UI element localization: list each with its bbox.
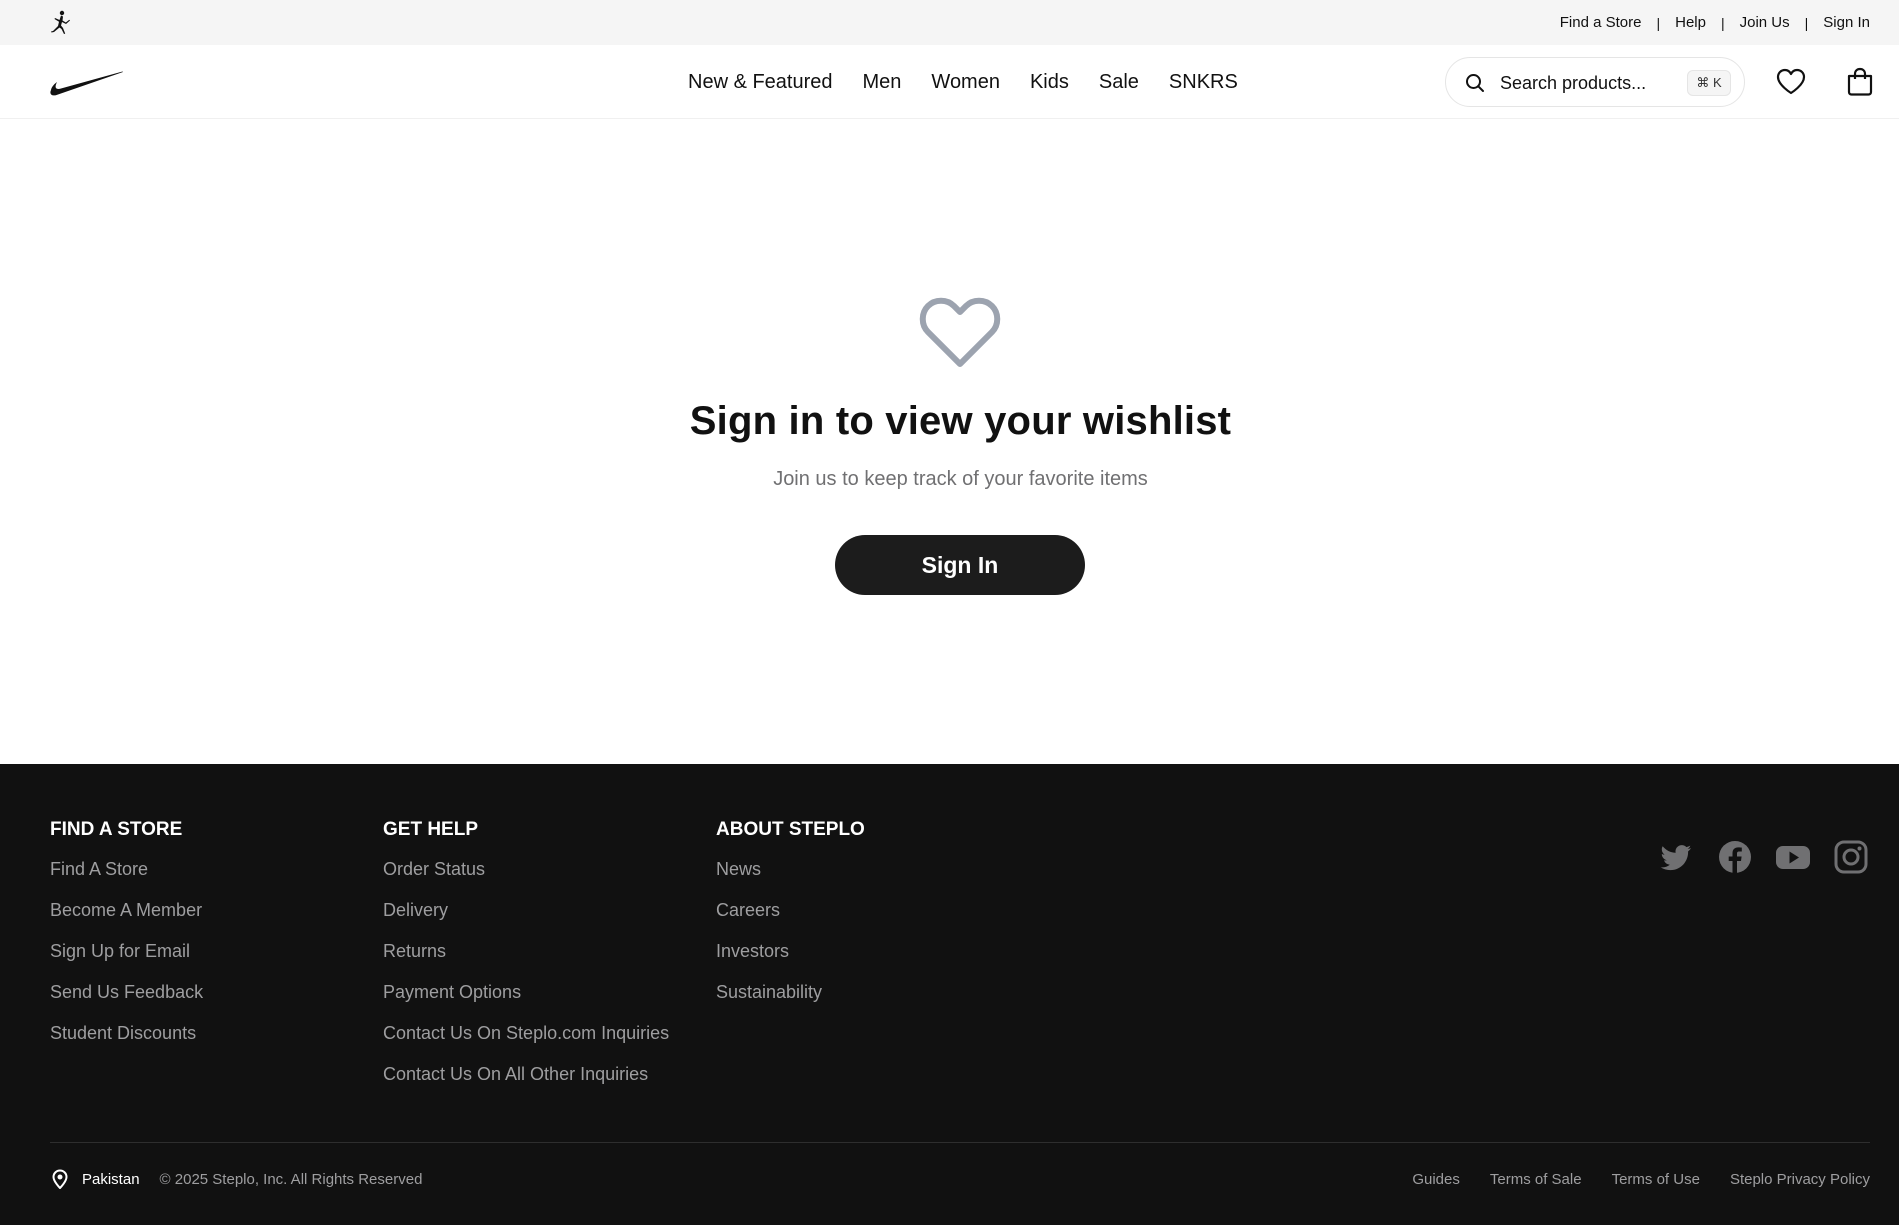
footer-link[interactable]: Careers	[716, 900, 780, 920]
footer: FIND A STORE Find A Store Become A Membe…	[0, 764, 1899, 1225]
footer-link[interactable]: Investors	[716, 941, 789, 961]
nav-men[interactable]: Men	[863, 71, 902, 94]
page-title: Sign in to view your wishlist	[689, 399, 1232, 443]
page-subtitle: Join us to keep track of your favorite i…	[773, 468, 1148, 490]
nav-new-featured[interactable]: New & Featured	[688, 71, 833, 94]
shopping-bag-icon[interactable]	[1844, 66, 1876, 98]
search-input[interactable]	[1500, 68, 1700, 98]
jordan-logo-icon[interactable]	[48, 10, 74, 36]
utility-links: Find a Store | Help | Join Us | Sign In	[1560, 0, 1870, 45]
footer-link[interactable]: Sign Up for Email	[50, 941, 190, 961]
privacy-policy-link[interactable]: Steplo Privacy Policy	[1730, 1171, 1870, 1188]
swoosh-logo-icon[interactable]	[49, 69, 124, 96]
social-links	[1659, 839, 1869, 875]
footer-link[interactable]: Sustainability	[716, 982, 822, 1002]
footer-column-find-store: FIND A STORE Find A Store Become A Membe…	[50, 819, 203, 1064]
footer-column-title: ABOUT STEPLO	[716, 819, 865, 840]
utility-bar: Find a Store | Help | Join Us | Sign In	[0, 0, 1899, 45]
instagram-icon[interactable]	[1833, 839, 1869, 875]
footer-locale: Pakistan © 2025 Steplo, Inc. All Rights …	[50, 1164, 422, 1194]
wishlist-heart-icon	[919, 297, 1001, 367]
twitter-icon[interactable]	[1659, 839, 1695, 875]
terms-of-use-link[interactable]: Terms of Use	[1612, 1171, 1700, 1188]
footer-link[interactable]: Payment Options	[383, 982, 521, 1002]
footer-link[interactable]: Order Status	[383, 859, 485, 879]
separator: |	[1720, 14, 1725, 31]
keyboard-shortcut-badge: ⌘ K	[1687, 70, 1731, 96]
main-nav: New & Featured Men Women Kids Sale SNKRS	[688, 45, 1238, 119]
separator: |	[1804, 14, 1809, 31]
nav-snkrs[interactable]: SNKRS	[1169, 71, 1238, 94]
footer-column-get-help: GET HELP Order Status Delivery Returns P…	[383, 819, 669, 1105]
nav-sale[interactable]: Sale	[1099, 71, 1139, 94]
footer-link[interactable]: Send Us Feedback	[50, 982, 203, 1002]
footer-column-title: FIND A STORE	[50, 819, 183, 840]
join-us-link[interactable]: Join Us	[1740, 14, 1790, 31]
footer-link[interactable]: Contact Us On Steplo.com Inquiries	[383, 1023, 669, 1043]
footer-link[interactable]: News	[716, 859, 761, 879]
search-box[interactable]: ⌘ K	[1445, 57, 1745, 107]
copyright-text: © 2025 Steplo, Inc. All Rights Reserved	[159, 1170, 423, 1188]
footer-link[interactable]: Delivery	[383, 900, 448, 920]
location-pin-icon[interactable]	[50, 1169, 70, 1189]
facebook-icon[interactable]	[1717, 839, 1753, 875]
favorites-heart-icon[interactable]	[1775, 66, 1807, 98]
terms-of-sale-link[interactable]: Terms of Sale	[1490, 1171, 1582, 1188]
sign-in-link[interactable]: Sign In	[1823, 14, 1870, 31]
guides-link[interactable]: Guides	[1412, 1171, 1460, 1188]
footer-column-title: GET HELP	[383, 819, 479, 840]
country-selector[interactable]: Pakistan	[82, 1171, 140, 1188]
nav-women[interactable]: Women	[931, 71, 1000, 94]
footer-link[interactable]: Become A Member	[50, 900, 202, 920]
nav-kids[interactable]: Kids	[1030, 71, 1069, 94]
help-link[interactable]: Help	[1675, 14, 1706, 31]
footer-link[interactable]: Student Discounts	[50, 1023, 196, 1043]
youtube-icon[interactable]	[1775, 839, 1811, 875]
footer-column-about: ABOUT STEPLO News Careers Investors Sust…	[716, 819, 865, 1023]
find-store-link[interactable]: Find a Store	[1560, 14, 1642, 31]
wishlist-empty-state: Sign in to view your wishlist Join us to…	[0, 119, 1899, 764]
search-icon	[1466, 74, 1484, 92]
footer-divider	[50, 1142, 1870, 1143]
footer-legal-links: Guides Terms of Sale Terms of Use Steplo…	[1382, 1164, 1870, 1194]
main-header: New & Featured Men Women Kids Sale SNKRS…	[0, 45, 1899, 119]
footer-link[interactable]: Find A Store	[50, 859, 148, 879]
sign-in-button[interactable]: Sign In	[835, 535, 1085, 595]
footer-link[interactable]: Contact Us On All Other Inquiries	[383, 1064, 648, 1084]
footer-link[interactable]: Returns	[383, 941, 446, 961]
separator: |	[1656, 14, 1661, 31]
